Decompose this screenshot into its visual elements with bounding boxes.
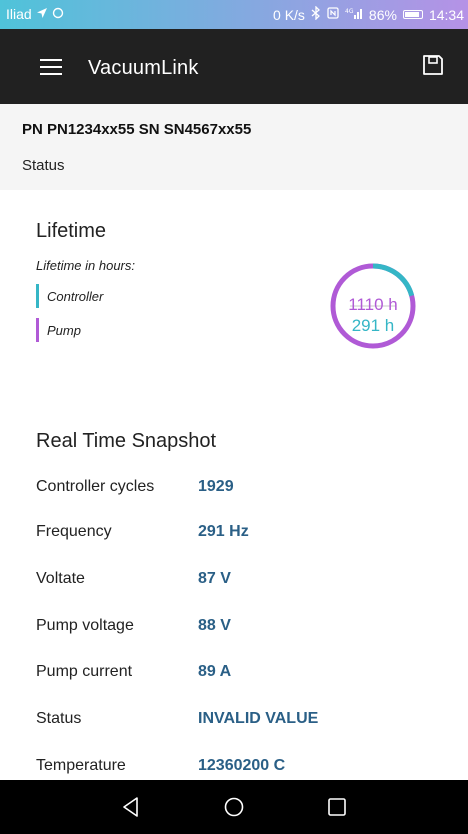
legend-pump-label: Pump xyxy=(47,322,81,338)
row-label: Pump voltage xyxy=(36,617,134,634)
signal-icon: 4G xyxy=(345,7,363,22)
status-bar-left: Iliad xyxy=(6,6,64,22)
row-label: Controller cycles xyxy=(36,478,155,495)
row-value: 87 V xyxy=(198,570,231,587)
legend-pump-swatch xyxy=(36,318,39,342)
app-title: VacuumLink xyxy=(88,57,199,79)
carrier-label: Iliad xyxy=(6,6,32,22)
network-speed: 0 K/s xyxy=(273,6,305,23)
status-bar: Iliad 0 K/s 4G 86% 14:34 xyxy=(0,0,468,29)
home-icon[interactable] xyxy=(221,794,247,820)
row-value: INVALID VALUE xyxy=(198,710,319,727)
legend-pump: Pump xyxy=(36,318,81,342)
lifetime-gauge: 1110 h 291 h xyxy=(330,263,416,349)
row-label: Pump current xyxy=(36,663,133,680)
nfc-icon xyxy=(327,7,339,22)
snapshot-row-voltate: Voltate 87 V xyxy=(36,570,456,594)
row-value: 89 A xyxy=(198,663,232,680)
clock: 14:34 xyxy=(428,6,464,23)
row-value: 1929 xyxy=(198,478,234,495)
legend-controller-label: Controller xyxy=(47,288,104,304)
snapshot-row-temperature: Temperature 12360200 C xyxy=(36,757,456,781)
snapshot-row-pump-voltage: Pump voltage 88 V xyxy=(36,617,456,641)
battery-icon xyxy=(402,10,423,19)
snapshot-title: Real Time Snapshot xyxy=(36,430,217,452)
menu-icon[interactable] xyxy=(40,59,62,75)
device-status-label: Status xyxy=(22,157,65,174)
row-value: 88 V xyxy=(198,617,231,634)
gauge-controller-value: 291 h xyxy=(351,316,395,335)
lifetime-subtitle: Lifetime in hours: xyxy=(36,258,135,273)
lifetime-title: Lifetime xyxy=(36,220,107,242)
device-header: PN PN1234xx55 SN SN4567xx55 Status xyxy=(0,104,468,190)
row-value: 12360200 C xyxy=(198,757,286,774)
back-icon[interactable] xyxy=(118,794,144,820)
snapshot-row-controller-cycles: Controller cycles 1929 xyxy=(36,478,456,502)
row-label: Voltate xyxy=(36,570,85,587)
app-bar: VacuumLink xyxy=(0,29,468,104)
save-icon[interactable] xyxy=(422,54,444,76)
legend-controller: Controller xyxy=(36,284,103,308)
status-bar-right: 0 K/s 4G 86% 14:34 xyxy=(273,5,464,23)
snapshot-row-frequency: Frequency 291 Hz xyxy=(36,523,456,547)
recents-icon[interactable] xyxy=(324,794,350,820)
row-label: Status xyxy=(36,710,82,727)
legend-controller-swatch xyxy=(36,284,39,308)
row-label: Temperature xyxy=(36,757,126,774)
gauge-pump-value: 1110 h xyxy=(348,295,398,314)
snapshot-row-status: Status INVALID VALUE xyxy=(36,710,456,734)
battery-percent: 86% xyxy=(368,6,397,23)
location-arrow-icon xyxy=(36,7,48,22)
system-nav-bar xyxy=(0,780,468,834)
svg-text:4G: 4G xyxy=(345,8,354,15)
part-serial-number: PN PN1234xx55 SN SN4567xx55 xyxy=(22,121,252,138)
circle-notification-icon xyxy=(52,7,64,22)
snapshot-row-pump-current: Pump current 89 A xyxy=(36,663,456,687)
row-value: 291 Hz xyxy=(198,523,249,540)
row-label: Frequency xyxy=(36,523,112,540)
bluetooth-icon xyxy=(311,5,321,23)
